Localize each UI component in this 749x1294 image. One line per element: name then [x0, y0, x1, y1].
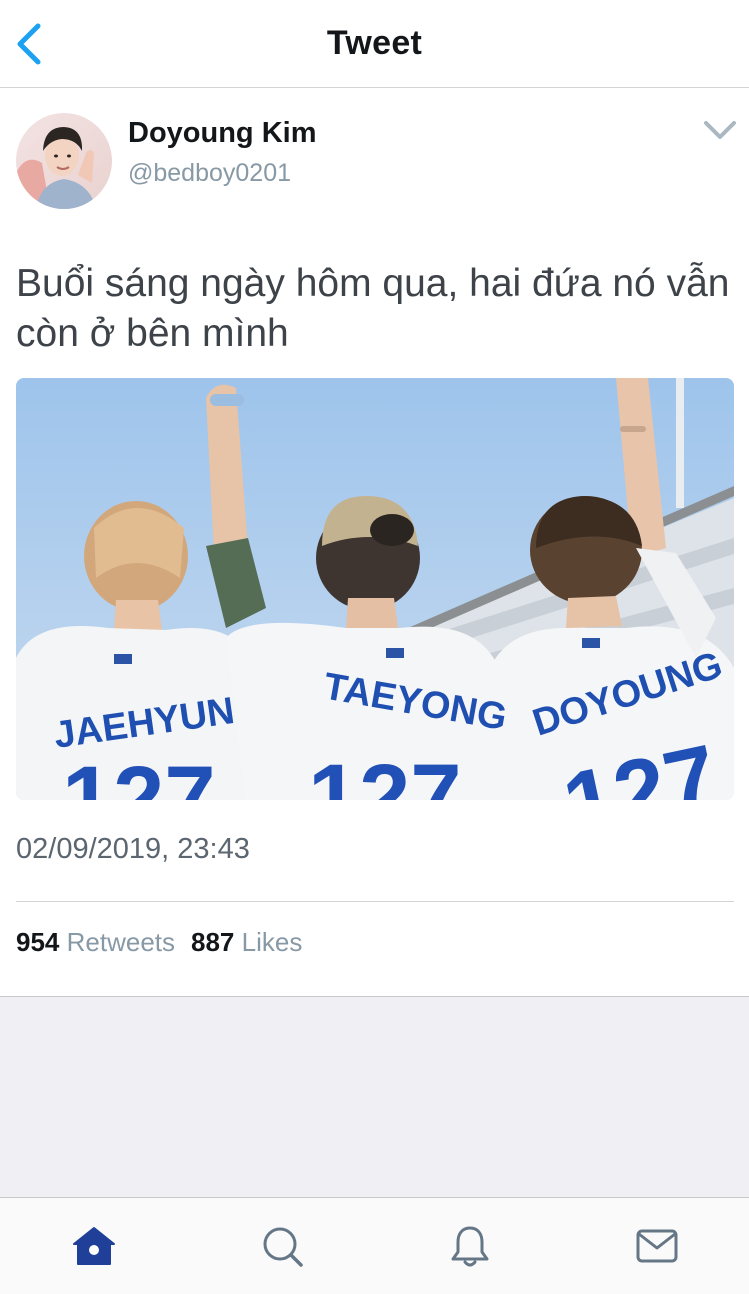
- tweet-photo[interactable]: JAEHYUN TAEYONG DOYOUNG 127 127 127: [16, 378, 734, 800]
- jersey-number-2: 127: [308, 746, 462, 800]
- home-icon: [73, 1227, 115, 1265]
- search-icon: [263, 1227, 303, 1267]
- tweet-timestamp: 02/09/2019, 23:43: [16, 833, 250, 865]
- tweet-stats: 954 Retweets 887 Likes: [16, 927, 302, 958]
- tweet-text: Buổi sáng ngày hôm qua, hai đứa nó vẫn c…: [16, 262, 730, 355]
- navigation-bar: Tweet: [0, 0, 749, 88]
- avatar[interactable]: [16, 113, 112, 209]
- retweets-label: Retweets: [66, 927, 176, 957]
- chevron-down-icon: [704, 121, 736, 139]
- author-name[interactable]: Doyoung Kim: [128, 117, 317, 150]
- empty-area: [0, 997, 749, 1197]
- likes-count: 887: [191, 927, 235, 957]
- divider: [16, 901, 734, 902]
- notifications-icon: [451, 1226, 489, 1267]
- tab-search[interactable]: [258, 1222, 306, 1270]
- messages-icon: [636, 1229, 678, 1263]
- avatar-image: [16, 113, 112, 209]
- jersey-number-1: 127: [62, 748, 216, 800]
- tab-home[interactable]: [70, 1222, 118, 1270]
- likes-label: Likes: [241, 927, 303, 957]
- author-handle[interactable]: @bedboy0201: [128, 159, 291, 188]
- page-title: Tweet: [326, 24, 423, 62]
- retweets-stat[interactable]: 954 Retweets: [16, 927, 175, 957]
- tweet-options-button[interactable]: [700, 115, 740, 145]
- likes-stat[interactable]: 887 Likes: [191, 927, 302, 957]
- tab-bar: [0, 1197, 749, 1294]
- retweets-count: 954: [16, 927, 60, 957]
- tab-messages[interactable]: [633, 1222, 681, 1270]
- tab-notifications[interactable]: [446, 1222, 494, 1270]
- photo-image: JAEHYUN TAEYONG DOYOUNG 127 127 127: [16, 378, 734, 800]
